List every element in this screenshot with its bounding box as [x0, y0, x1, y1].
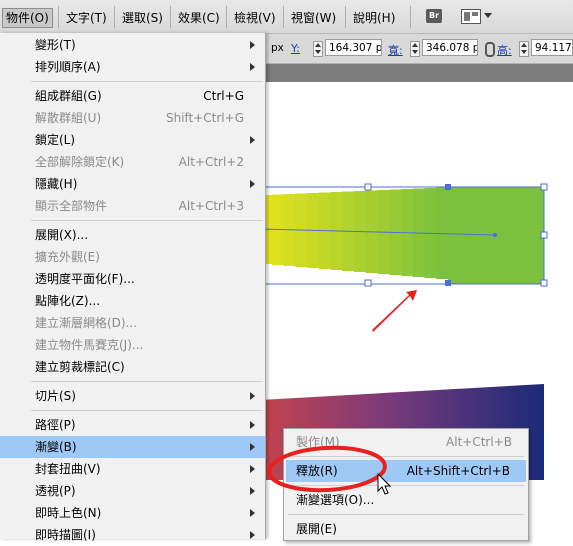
- menu-separator: [283, 6, 284, 28]
- menu-item-transform[interactable]: 變形(T): [0, 34, 265, 56]
- bridge-icon[interactable]: Br: [426, 9, 442, 23]
- menu-divider: [288, 456, 524, 457]
- menu-separator: [58, 6, 59, 28]
- menu-divider: [31, 381, 263, 382]
- y-field[interactable]: 164.307 px: [325, 39, 382, 56]
- x-unit-text: px: [271, 42, 284, 54]
- control-bar: px Y: 164.307 px 寬: 346.078 px 高: 94.117…: [265, 34, 573, 64]
- chevron-right-icon: [250, 136, 255, 144]
- menu-item-slice[interactable]: 切片(S): [0, 385, 265, 407]
- submenu-item-release[interactable]: 釋放(R) Alt+Shift+Ctrl+B: [286, 460, 526, 482]
- menu-item-show-all: 顯示全部物件 Alt+Ctrl+3: [35, 199, 244, 213]
- chevron-right-icon: [250, 41, 255, 49]
- constrain-proportions-icon[interactable]: [485, 42, 495, 57]
- menu-item-live-trace[interactable]: 即時描圖(I): [0, 524, 265, 546]
- object-menu-dropdown: 變形(T) 排列順序(A) 組成群組(G) Ctrl+G 解散群組(U) Shift…: [0, 33, 266, 542]
- h-label: 高:: [497, 44, 512, 57]
- chevron-right-icon: [250, 180, 255, 188]
- menu-window[interactable]: 視窗(W): [288, 9, 339, 27]
- chevron-right-icon: [250, 531, 255, 539]
- menu-item-rasterize[interactable]: 點陣化(Z)...: [0, 290, 265, 312]
- width-field[interactable]: 346.078 px: [422, 39, 478, 56]
- menu-item-envelope-distort[interactable]: 封套扭曲(V): [0, 458, 265, 480]
- menu-item-blend[interactable]: 漸變(B): [0, 436, 265, 458]
- menu-item-live-paint[interactable]: 即時上色(N): [0, 502, 265, 524]
- chevron-right-icon: [250, 465, 255, 473]
- menu-divider: [31, 81, 263, 82]
- menu-item-perspective[interactable]: 透視(P): [0, 480, 265, 502]
- chevron-right-icon: [250, 63, 255, 71]
- menu-item-create-gradient-mesh: 建立漸層網格(D)...: [35, 316, 138, 330]
- menu-view[interactable]: 檢視(V): [231, 9, 279, 27]
- chevron-right-icon: [250, 421, 255, 429]
- menu-select[interactable]: 選取(S): [119, 9, 166, 27]
- menu-item-create-object-mosaic: 建立物件馬賽克(J)...: [35, 338, 144, 352]
- menu-item-expand[interactable]: 展開(X)...: [0, 224, 265, 246]
- menu-divider: [31, 410, 263, 411]
- menu-item-create-crop-marks[interactable]: 建立剪裁標記(C): [0, 356, 265, 378]
- menu-divider: [31, 220, 263, 221]
- menu-item-ungroup: 解散群組(U) Shift+Ctrl+G: [35, 111, 244, 125]
- workspace-layout-icon[interactable]: [461, 9, 481, 24]
- h-stepper-icon[interactable]: [519, 41, 529, 57]
- menu-separator: [170, 6, 171, 28]
- menu-item-lock[interactable]: 鎖定(L): [0, 129, 265, 151]
- submenu-item-expand[interactable]: 展開(E): [284, 518, 528, 540]
- chevron-right-icon: [250, 392, 255, 400]
- submenu-item-blend-options[interactable]: 漸變選項(O)...: [284, 489, 528, 511]
- y-stepper-icon[interactable]: [313, 41, 323, 57]
- menu-help[interactable]: 說明(H): [350, 9, 398, 27]
- chevron-right-icon: [250, 443, 255, 451]
- w-stepper-icon[interactable]: [410, 41, 420, 57]
- chevron-right-icon: [250, 509, 255, 517]
- menu-item-group[interactable]: 組成群組(G) Ctrl+G: [0, 85, 265, 107]
- menu-object[interactable]: 物件(O): [2, 8, 53, 28]
- height-field[interactable]: 94.117 px: [531, 39, 573, 56]
- menu-effect[interactable]: 效果(C): [175, 9, 223, 27]
- menu-separator: [226, 6, 227, 28]
- menu-text[interactable]: 文字(T): [63, 9, 110, 27]
- menu-item-path[interactable]: 路徑(P): [0, 414, 265, 436]
- submenu-item-make: 製作(M) Alt+Ctrl+B: [296, 435, 512, 449]
- blend-submenu: 製作(M) Alt+Ctrl+B 釋放(R) Alt+Shift+Ctrl+B 漸變…: [283, 428, 529, 541]
- menu-item-flatten-transparency[interactable]: 透明度平面化(F)...: [0, 268, 265, 290]
- red-annotation-arrow: [372, 290, 417, 332]
- menu-item-hide[interactable]: 隱藏(H): [0, 173, 265, 195]
- menu-divider: [288, 514, 524, 515]
- menu-separator: [345, 6, 346, 28]
- y-label: Y:: [291, 42, 300, 55]
- yellow-green-blend-object[interactable]: [260, 187, 544, 284]
- menu-divider: [288, 485, 524, 486]
- chevron-right-icon: [250, 487, 255, 495]
- menu-bar: 物件(O) 文字(T) 選取(S) 效果(C) 檢視(V) 視窗(W) 說明(H…: [0, 0, 573, 34]
- menu-separator: [410, 6, 411, 28]
- menu-separator: [114, 6, 115, 28]
- menu-item-expand-appearance: 擴充外觀(E): [35, 250, 100, 264]
- menu-item-arrange[interactable]: 排列順序(A): [0, 56, 265, 78]
- w-label: 寬:: [388, 44, 403, 57]
- chevron-down-icon[interactable]: [484, 13, 492, 18]
- menu-item-unlock-all: 全部解除鎖定(K) Alt+Ctrl+2: [35, 155, 244, 169]
- document-tab-strip: [265, 64, 573, 82]
